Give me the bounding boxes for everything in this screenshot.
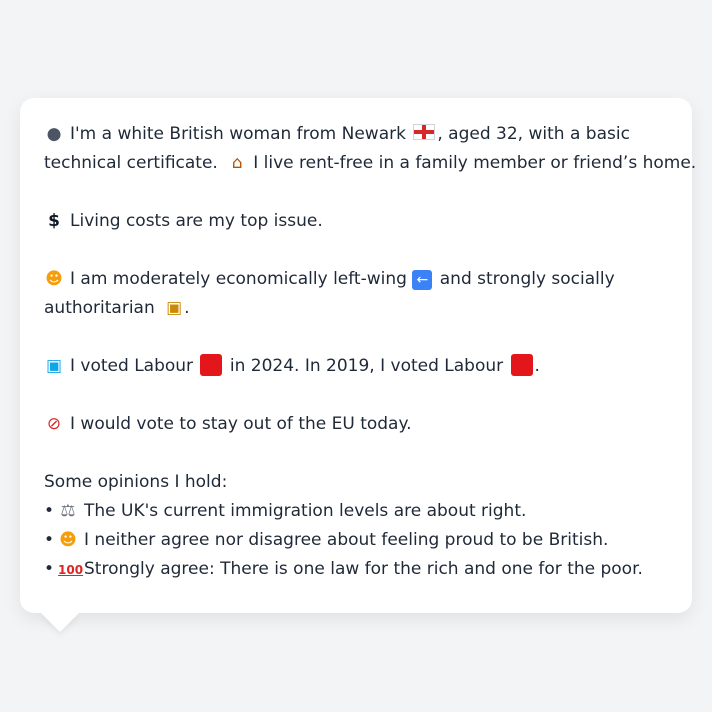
lock-icon: ▣ xyxy=(166,298,183,318)
vote-text-3: . xyxy=(534,356,540,376)
persona-card: ● I'm a white British woman from Newark ,… xyxy=(20,98,696,613)
dollar-icon: $ xyxy=(48,211,60,231)
thinking-face-icon: ☻ xyxy=(45,269,63,289)
opinions-section: Some opinions I hold: • ⚖ The UK's current… xyxy=(44,468,668,585)
ballot-box-icon: ▣ xyxy=(45,356,63,376)
intro-line-1: ● I'm a white British woman from Newark ,… xyxy=(44,120,668,149)
ideology-text-3: authoritarian xyxy=(44,298,155,318)
vote-paragraph: ▣ I voted Labour in 2024. In 2019, I vote… xyxy=(44,352,668,381)
person-icon: ● xyxy=(46,124,62,144)
house-icon: ⌂ xyxy=(231,153,243,173)
thinking-face-icon: ☻ xyxy=(59,530,77,550)
eu-paragraph: ⊘ I would vote to stay out of the EU toda… xyxy=(44,410,668,439)
intro-text-2: , aged 32, with a basic xyxy=(437,124,630,144)
intro-line-2: technical certificate. ⌂ I live rent-free… xyxy=(44,149,696,178)
issue-paragraph: $ Living costs are my top issue. xyxy=(44,207,668,236)
eu-text: I would vote to stay out of the EU today… xyxy=(70,414,412,434)
ideology-line-2: authoritarian ▣. xyxy=(44,294,668,323)
ideology-paragraph: ☻ I am moderately economically left-wing … xyxy=(44,265,668,323)
intro-text-1: I'm a white British woman from Newark xyxy=(70,124,406,144)
list-item: • 100Strongly agree: There is one law for… xyxy=(44,555,668,585)
intro-text-3: technical certificate. xyxy=(44,153,218,173)
left-arrow-icon: ← xyxy=(412,270,433,290)
ideology-text-2: and strongly socially xyxy=(439,269,615,289)
scales-icon: ⚖ xyxy=(60,501,76,521)
issue-text: Living costs are my top issue. xyxy=(70,211,323,231)
list-item: • ⚖ The UK's current immigration levels ar… xyxy=(44,497,668,526)
vote-text-1: I voted Labour xyxy=(70,356,194,376)
ideology-text-1: I am moderately economically left-wing xyxy=(70,269,407,289)
opinions-heading: Some opinions I hold: xyxy=(44,472,228,492)
labour-color-icon xyxy=(510,354,533,376)
ideology-line-1: ☻ I am moderately economically left-wing … xyxy=(44,265,668,294)
intro-text-4: I live rent-free in a family member or f… xyxy=(253,153,697,173)
list-item: • ☻ I neither agree nor disagree about fee… xyxy=(44,526,668,555)
ideology-text-4: . xyxy=(184,298,190,318)
vote-text-2: in 2024. In 2019, I voted Labour xyxy=(229,356,504,376)
england-flag-icon xyxy=(413,124,436,140)
opinions-list: • ⚖ The UK's current immigration levels ar… xyxy=(44,497,668,585)
no-entry-icon: ⊘ xyxy=(46,414,62,434)
labour-color-icon xyxy=(200,354,223,376)
speech-bubble-tail xyxy=(40,612,80,632)
intro-paragraph: ● I'm a white British woman from Newark ,… xyxy=(44,120,696,178)
hundred-points-icon: 100 xyxy=(58,563,84,577)
